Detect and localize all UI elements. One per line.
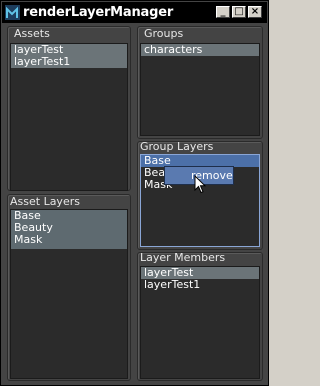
assets-list[interactable]: layerTest layerTest1 bbox=[10, 43, 128, 191]
client-area: Assets layerTest layerTest1 Asset Layers… bbox=[2, 23, 267, 385]
groups-label: Groups bbox=[144, 27, 184, 40]
layer-members-list[interactable]: layerTest layerTest1 bbox=[140, 266, 260, 379]
assets-label: Assets bbox=[14, 27, 50, 40]
group-layers-label: Group Layers bbox=[140, 140, 214, 153]
window-title: renderLayerManager bbox=[23, 5, 174, 20]
title-bar[interactable]: renderLayerManager _ □ × bbox=[2, 2, 267, 23]
close-button[interactable]: × bbox=[248, 6, 262, 18]
maya-app-icon bbox=[5, 5, 20, 20]
maximize-button[interactable]: □ bbox=[232, 6, 246, 18]
list-item[interactable]: characters bbox=[141, 44, 259, 56]
arrow-cursor-icon bbox=[194, 175, 206, 194]
list-item[interactable]: layerTest1 bbox=[141, 279, 259, 291]
list-item[interactable]: layerTest1 bbox=[11, 56, 127, 68]
asset-layers-list[interactable]: Base Beauty Mask bbox=[10, 209, 128, 379]
list-item[interactable]: Mask bbox=[11, 234, 127, 246]
minimize-button[interactable]: _ bbox=[216, 6, 230, 18]
groups-list[interactable]: characters bbox=[140, 43, 260, 136]
render-layer-manager-window: renderLayerManager _ □ × Assets layerTes… bbox=[0, 0, 269, 386]
asset-layers-label: Asset Layers bbox=[10, 195, 80, 208]
layer-members-label: Layer Members bbox=[140, 251, 226, 264]
